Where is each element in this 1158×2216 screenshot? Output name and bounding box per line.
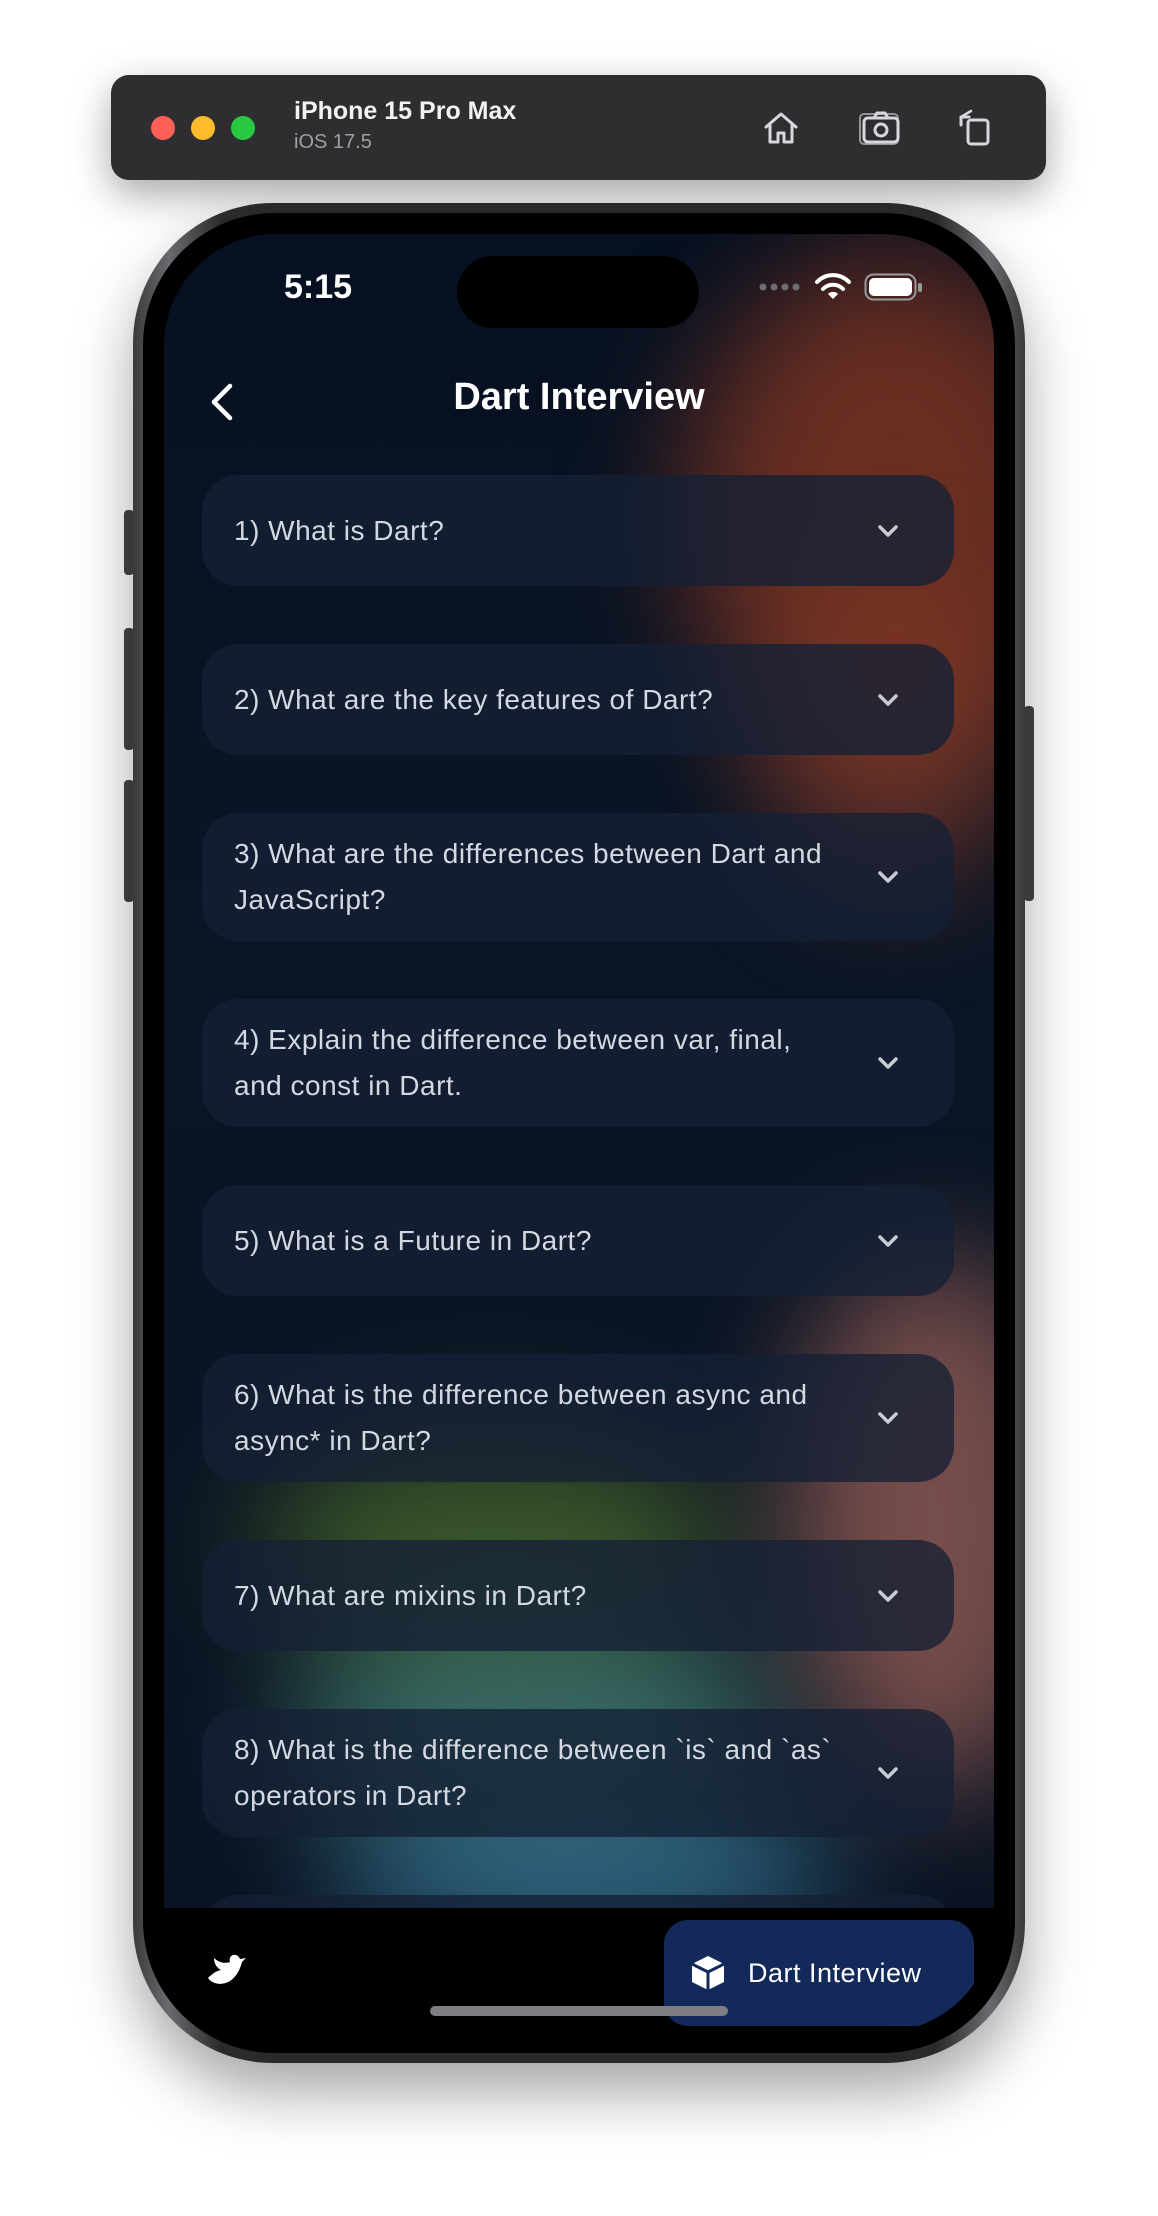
wifi-icon: [815, 273, 851, 299]
app-screen: 5:15 Dart Interview 1) What is Dart? 2) …: [164, 234, 994, 2032]
question-card[interactable]: 3) What are the differences between Dart…: [202, 813, 954, 941]
question-list: 1) What is Dart? 2) What are the key fea…: [202, 475, 954, 2032]
question-text: 1) What is Dart?: [234, 514, 445, 546]
simulator-toolbar: iPhone 15 Pro Max iOS 17.5: [111, 75, 1046, 180]
chevron-down-icon: [878, 871, 898, 883]
question-text: 6) What is the difference between async …: [234, 1379, 808, 1456]
screenshot-icon: [859, 111, 900, 145]
question-text: 8) What is the difference between `is` a…: [234, 1734, 832, 1811]
minimize-window-button[interactable]: [191, 116, 215, 140]
rotate-icon: [959, 109, 990, 146]
volume-down-button: [124, 780, 134, 902]
chevron-down-icon: [878, 1412, 898, 1424]
question-text: 2) What are the key features of Dart?: [234, 683, 714, 715]
chevron-down-icon: [878, 1767, 898, 1779]
question-text: 5) What is a Future in Dart?: [234, 1224, 592, 1256]
dynamic-island: [457, 256, 699, 328]
close-window-button[interactable]: [151, 116, 175, 140]
question-card[interactable]: 6) What is the difference between async …: [202, 1354, 954, 1482]
zoom-window-button[interactable]: [231, 116, 255, 140]
rotate-button[interactable]: [951, 103, 1001, 153]
tab-label: Dart Interview: [748, 1957, 922, 1988]
power-button: [1024, 706, 1034, 901]
dart-bird-icon[interactable]: [204, 1948, 248, 1992]
question-card[interactable]: 8) What is the difference between `is` a…: [202, 1709, 954, 1837]
status-icons: [758, 272, 924, 302]
question-card[interactable]: 4) Explain the difference between var, f…: [202, 999, 954, 1127]
home-icon: [764, 112, 798, 144]
question-text: 7) What are mixins in Dart?: [234, 1579, 587, 1611]
simulator-window: iPhone 15 Pro Max iOS 17.5 5:15 Dart Int…: [0, 0, 1158, 2216]
device-name: iPhone 15 Pro Max: [294, 97, 517, 125]
question-text: 3) What are the differences between Dart…: [234, 838, 823, 915]
question-card[interactable]: 5) What is a Future in Dart?: [202, 1185, 954, 1296]
chevron-down-icon: [878, 1234, 898, 1247]
question-card[interactable]: 2) What are the key features of Dart?: [202, 644, 954, 755]
home-indicator[interactable]: [430, 2006, 728, 2016]
screenshot-button[interactable]: [856, 103, 906, 153]
signal-icon: [759, 283, 800, 291]
chevron-down-icon: [878, 1589, 898, 1602]
question-card[interactable]: 1) What is Dart?: [202, 475, 954, 586]
action-button: [124, 510, 134, 575]
battery-icon: [864, 273, 922, 301]
question-card[interactable]: 7) What are mixins in Dart?: [202, 1540, 954, 1651]
box-icon: [691, 1956, 725, 1990]
os-version: iOS 17.5: [294, 131, 372, 153]
page-title: Dart Interview: [453, 376, 705, 418]
chevron-down-icon: [878, 1057, 898, 1069]
home-button[interactable]: [756, 103, 806, 153]
chevron-down-icon: [878, 693, 898, 706]
chevron-down-icon: [878, 524, 898, 537]
question-text: 4) Explain the difference between var, f…: [234, 1024, 792, 1101]
volume-up-button: [124, 628, 134, 750]
status-time: 5:15: [284, 268, 353, 306]
